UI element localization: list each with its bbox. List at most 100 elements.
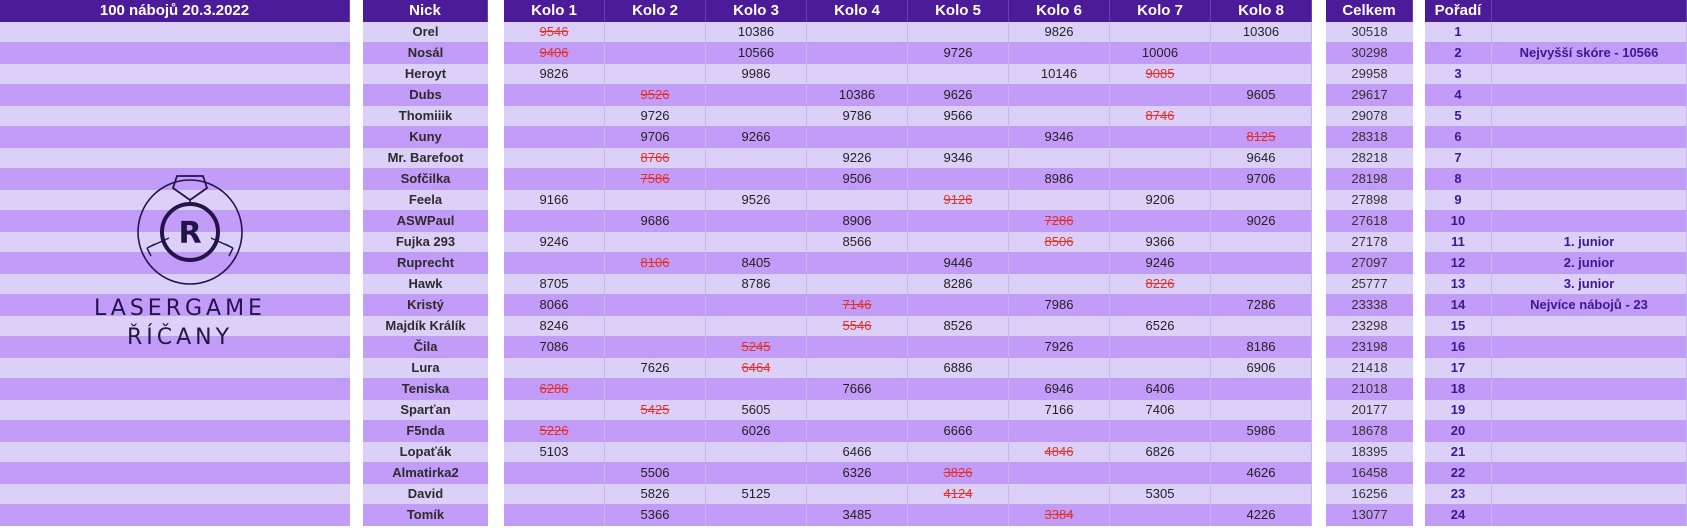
discarded-score: 5226 xyxy=(504,421,605,442)
award-note xyxy=(1492,148,1687,169)
score-cell: 9566 xyxy=(908,106,1009,127)
left-panel-row xyxy=(0,463,350,484)
award-note xyxy=(1492,64,1687,85)
empty-score-cell xyxy=(908,295,1009,316)
discarded-score: 8746 xyxy=(1110,106,1211,127)
score-cell: 8705 xyxy=(504,274,605,295)
score-cell: 10386 xyxy=(706,22,807,43)
total-score: 21418 xyxy=(1326,358,1413,379)
score-cell: 9446 xyxy=(908,253,1009,274)
header-note xyxy=(1492,0,1687,22)
award-note: Nejvyšší skóre - 10566 xyxy=(1492,43,1687,64)
empty-score-cell xyxy=(807,64,908,85)
score-row: 5826 5125 4124 5305 xyxy=(504,484,1312,505)
discarded-score: 8106 xyxy=(605,253,706,274)
empty-score-cell xyxy=(807,127,908,148)
score-cell: 9346 xyxy=(1009,127,1110,148)
empty-score-cell xyxy=(706,232,807,253)
rank-value: 14 xyxy=(1425,295,1492,316)
empty-score-cell xyxy=(1009,463,1110,484)
left-panel-row xyxy=(0,22,350,43)
score-cell: 6666 xyxy=(908,421,1009,442)
empty-score-cell xyxy=(908,169,1009,190)
score-cell: 8566 xyxy=(807,232,908,253)
header-total: Celkem xyxy=(1326,0,1413,22)
total-score: 29617 xyxy=(1326,85,1413,106)
empty-score-cell xyxy=(504,106,605,127)
score-cell: 9986 xyxy=(706,64,807,85)
empty-score-cell xyxy=(504,463,605,484)
player-nick: Sofčilka xyxy=(363,169,488,190)
award-note xyxy=(1492,379,1687,400)
score-cell: 9166 xyxy=(504,190,605,211)
player-nick: Thomiiik xyxy=(363,106,488,127)
left-panel-row xyxy=(0,442,350,463)
rank-value: 16 xyxy=(1425,337,1492,358)
empty-score-cell xyxy=(605,442,706,463)
rank-row: 7 xyxy=(1425,148,1687,169)
score-cell: 9706 xyxy=(605,127,706,148)
score-cell: 9346 xyxy=(908,148,1009,169)
empty-score-cell xyxy=(1211,316,1312,337)
rank-value: 20 xyxy=(1425,421,1492,442)
empty-score-cell xyxy=(706,316,807,337)
player-nick: Hawk xyxy=(363,274,488,295)
empty-score-cell xyxy=(504,484,605,505)
score-cell: 7926 xyxy=(1009,337,1110,358)
score-row: 9546 10386 9826 10306 xyxy=(504,22,1312,43)
score-row: 5425 5605 7166 7406 xyxy=(504,400,1312,421)
score-row: 7586 9506 8986 9706 xyxy=(504,169,1312,190)
discarded-score: 5546 xyxy=(807,316,908,337)
empty-score-cell xyxy=(1110,463,1211,484)
empty-score-cell xyxy=(1110,148,1211,169)
empty-score-cell xyxy=(605,274,706,295)
empty-score-cell xyxy=(706,211,807,232)
award-note xyxy=(1492,421,1687,442)
player-nick: Čila xyxy=(363,337,488,358)
score-cell: 9246 xyxy=(504,232,605,253)
score-cell: 9646 xyxy=(1211,148,1312,169)
header-round-1: Kolo 1 xyxy=(504,0,605,22)
empty-score-cell xyxy=(807,43,908,64)
score-row: 8766 9226 9346 9646 xyxy=(504,148,1312,169)
total-score: 25777 xyxy=(1326,274,1413,295)
score-cell: 3485 xyxy=(807,505,908,526)
rank-value: 22 xyxy=(1425,463,1492,484)
empty-score-cell xyxy=(706,106,807,127)
score-cell: 9366 xyxy=(1110,232,1211,253)
nick-column: Nick Orel Nosál Heroyt Dubs Thomiiik Kuny Mr. … xyxy=(363,0,488,526)
rank-row: 11 1. junior xyxy=(1425,232,1687,253)
total-score: 16256 xyxy=(1326,484,1413,505)
empty-score-cell xyxy=(1110,337,1211,358)
score-cell: 6466 xyxy=(807,442,908,463)
empty-score-cell xyxy=(1211,484,1312,505)
rank-row: 15 xyxy=(1425,316,1687,337)
empty-score-cell xyxy=(908,442,1009,463)
left-panel-row xyxy=(0,148,350,169)
score-row: 9686 8906 7286 9026 xyxy=(504,211,1312,232)
empty-score-cell xyxy=(504,253,605,274)
empty-score-cell xyxy=(908,22,1009,43)
empty-score-cell xyxy=(908,211,1009,232)
left-panel-row xyxy=(0,421,350,442)
empty-score-cell xyxy=(908,64,1009,85)
score-cell: 4226 xyxy=(1211,505,1312,526)
player-nick: Kuny xyxy=(363,127,488,148)
score-cell: 9506 xyxy=(807,169,908,190)
player-nick: Tomík xyxy=(363,505,488,526)
header-round-6: Kolo 6 xyxy=(1009,0,1110,22)
award-note xyxy=(1492,127,1687,148)
empty-score-cell xyxy=(1009,421,1110,442)
empty-score-cell xyxy=(1009,148,1110,169)
player-nick: Ruprecht xyxy=(363,253,488,274)
empty-score-cell xyxy=(605,22,706,43)
empty-score-cell xyxy=(1009,484,1110,505)
score-cell: 5986 xyxy=(1211,421,1312,442)
rank-value: 6 xyxy=(1425,127,1492,148)
rank-row: 17 xyxy=(1425,358,1687,379)
left-panel-row xyxy=(0,358,350,379)
total-score: 23298 xyxy=(1326,316,1413,337)
award-note: 3. junior xyxy=(1492,274,1687,295)
empty-score-cell xyxy=(1110,211,1211,232)
score-cell: 6886 xyxy=(908,358,1009,379)
